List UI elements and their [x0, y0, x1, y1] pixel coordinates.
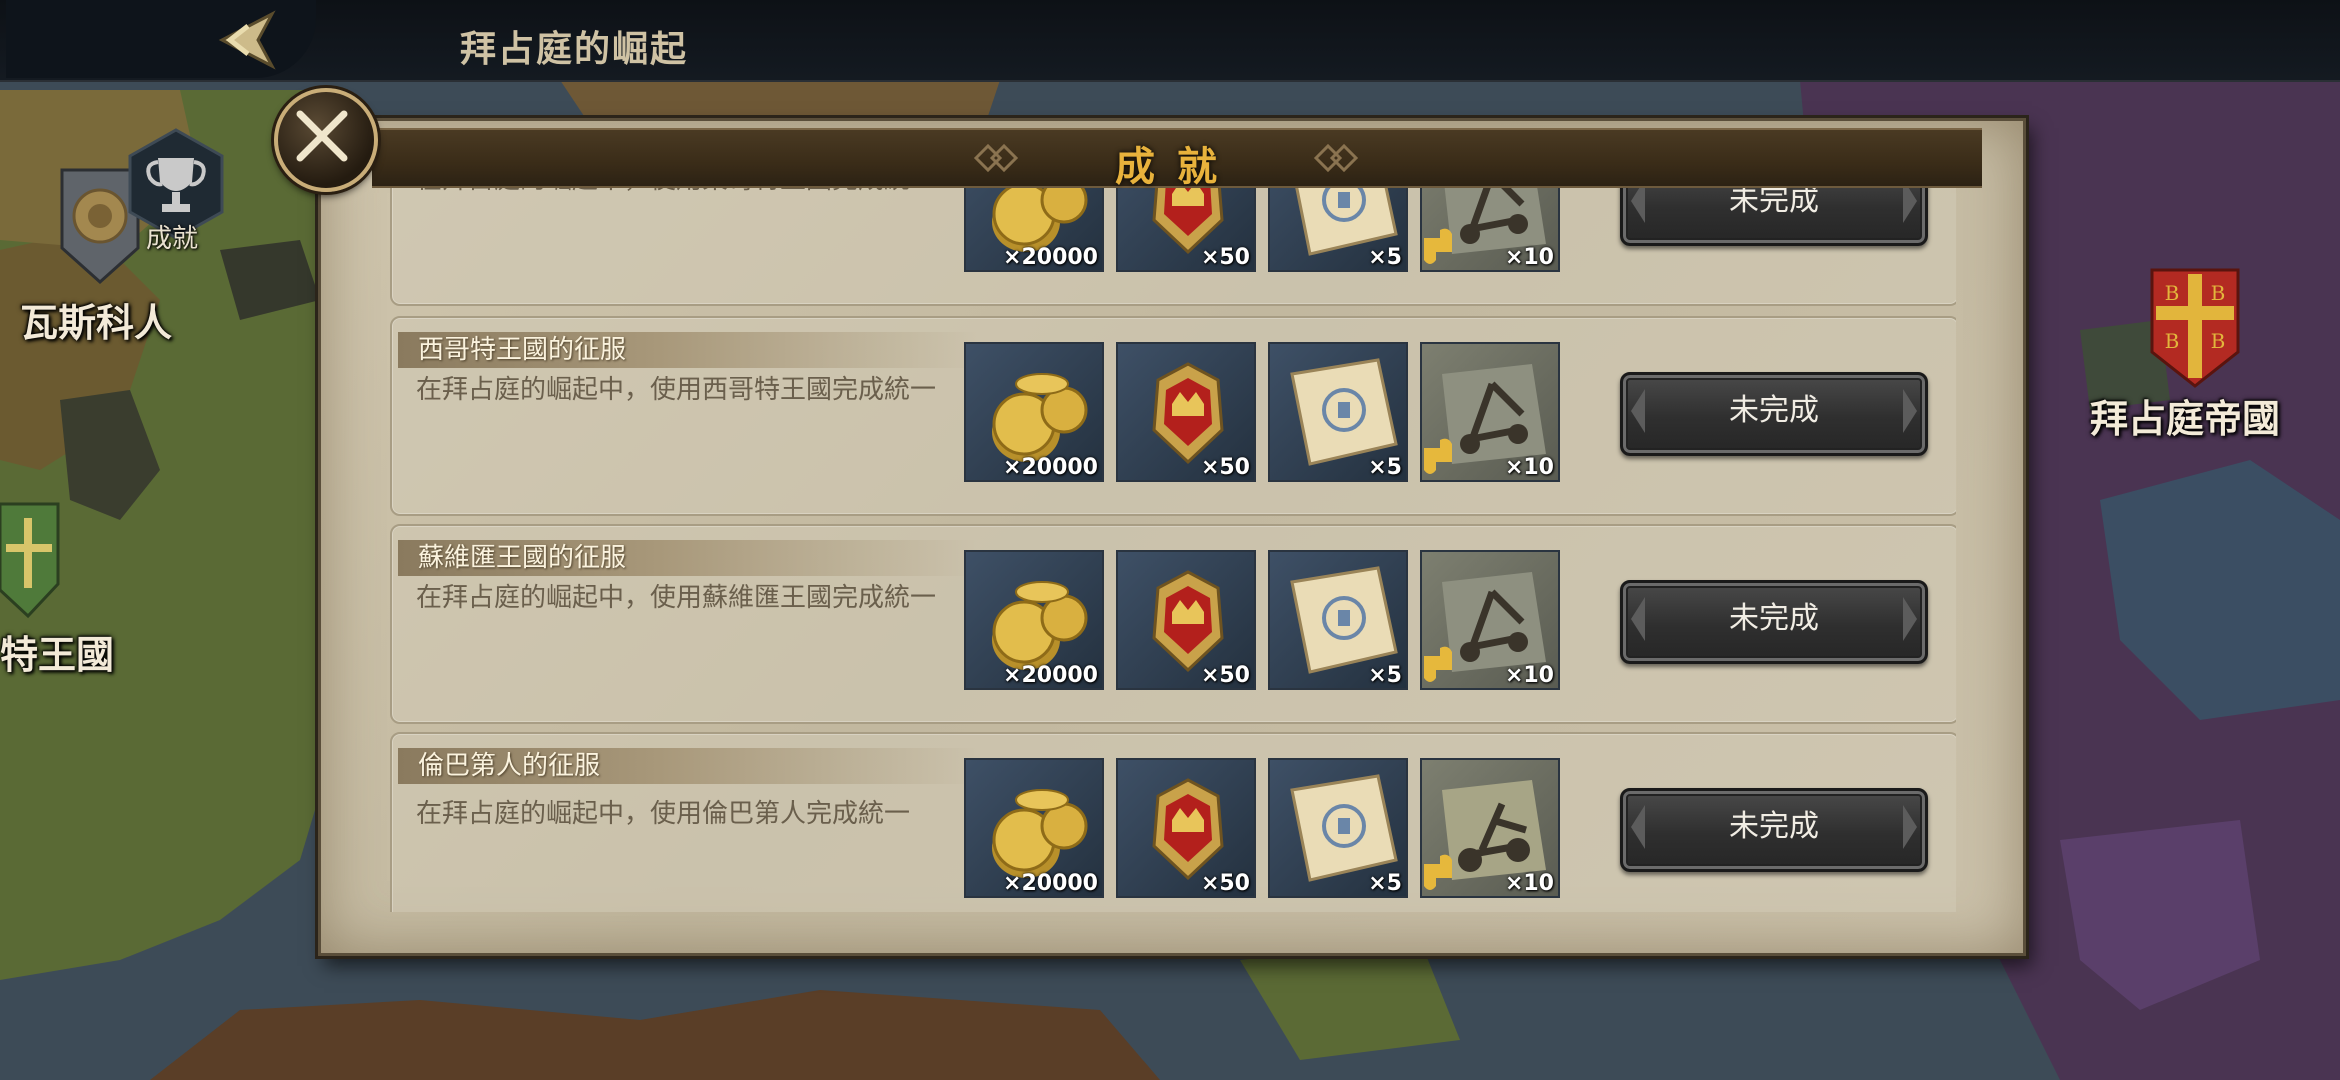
reward-quantity: ×20000 [1003, 663, 1098, 688]
panel-header: 成就 [372, 128, 1982, 190]
reward-quantity: ×10 [1504, 871, 1554, 896]
region-label-vascones: 瓦斯科人 [20, 300, 173, 345]
svg-text:B: B [2211, 329, 2226, 353]
goth-shield-icon[interactable] [0, 500, 60, 620]
status-button[interactable]: 未完成 [1620, 788, 1928, 872]
reward-crest[interactable]: ×50 [1116, 550, 1256, 690]
achievement-description: 在拜占庭的崛起中，使用倫巴第人完成統一 [416, 799, 911, 829]
reward-scroll[interactable]: ×5 [1268, 186, 1408, 272]
reward-quantity: ×5 [1368, 245, 1402, 270]
achievement-title: 蘇維匯王國的征服 [398, 540, 978, 576]
reward-crest[interactable]: ×50 [1116, 758, 1256, 898]
svg-text:B: B [2165, 329, 2180, 353]
reward-quantity: ×10 [1504, 455, 1554, 480]
reward-catapult[interactable]: ×10 [1420, 758, 1560, 898]
reward-quantity: ×50 [1200, 663, 1250, 688]
reward-quantity: ×5 [1368, 871, 1402, 896]
achievement-title: 西哥特王國的征服 [398, 332, 978, 368]
page-title: 拜占庭的崛起 [460, 28, 689, 70]
reward-quantity: ×50 [1200, 455, 1250, 480]
achievement-row: 蘇維匯王國的征服 在拜占庭的崛起中，使用蘇維匯王國完成統一 ×20000 ×50 [390, 524, 1956, 724]
reward-crest[interactable]: ×50 [1116, 186, 1256, 272]
reward-quantity: ×20000 [1003, 871, 1098, 896]
achievements-list[interactable]: 在拜占庭的崛起中，使用東哥特王國完成統一 ×20000 ×50 ×5 [384, 186, 1956, 912]
reward-catapult[interactable]: ×10 [1420, 342, 1560, 482]
reward-catapult[interactable]: ×10 [1420, 550, 1560, 690]
reward-quantity: ×50 [1200, 871, 1250, 896]
reward-gold[interactable]: ×20000 [964, 186, 1104, 272]
reward-crest[interactable]: ×50 [1116, 342, 1256, 482]
reward-gold[interactable]: ×20000 [964, 550, 1104, 690]
reward-scroll[interactable]: ×5 [1268, 342, 1408, 482]
achievements-shortcut-label: 成就 [146, 224, 199, 254]
panel-title: 成就 [1115, 143, 1239, 190]
achievement-title: 倫巴第人的征服 [398, 748, 978, 784]
reward-quantity: ×10 [1504, 663, 1554, 688]
achievement-row: 倫巴第人的征服 在拜占庭的崛起中，使用倫巴第人完成統一 ×20000 ×50 ×… [390, 732, 1956, 912]
status-button[interactable]: 未完成 [1620, 372, 1928, 456]
reward-quantity: ×5 [1368, 455, 1402, 480]
svg-text:B: B [2211, 281, 2226, 305]
back-button[interactable] [6, 0, 316, 78]
back-arrow-icon [218, 10, 276, 70]
reward-quantity: ×5 [1368, 663, 1402, 688]
svg-text:B: B [2165, 281, 2180, 305]
top-bar: 拜占庭的崛起 [0, 0, 2340, 82]
reward-quantity: ×20000 [1003, 455, 1098, 480]
reward-gold[interactable]: ×20000 [964, 342, 1104, 482]
achievement-row: 西哥特王國的征服 在拜占庭的崛起中，使用西哥特王國完成統一 ×20000 ×50 [390, 316, 1956, 516]
region-label-byzantine: 拜占庭帝國 [2090, 396, 2281, 441]
ornament-icon [1313, 143, 1359, 173]
reward-quantity: ×50 [1200, 245, 1250, 270]
status-button[interactable]: 未完成 [1620, 186, 1928, 246]
close-icon [296, 110, 348, 162]
reward-catapult[interactable]: ×10 [1420, 186, 1560, 272]
region-label-goths: 特王國 [0, 632, 115, 677]
status-button[interactable]: 未完成 [1620, 580, 1928, 664]
reward-scroll[interactable]: ×5 [1268, 550, 1408, 690]
reward-quantity: ×10 [1504, 245, 1554, 270]
achievement-description: 在拜占庭的崛起中，使用蘇維匯王國完成統一 [416, 583, 937, 613]
achievement-description: 在拜占庭的崛起中，使用西哥特王國完成統一 [416, 375, 937, 405]
reward-scroll[interactable]: ×5 [1268, 758, 1408, 898]
achievement-row: 在拜占庭的崛起中，使用東哥特王國完成統一 ×20000 ×50 ×5 [390, 186, 1956, 306]
reward-gold[interactable]: ×20000 [964, 758, 1104, 898]
byzantine-shield-icon[interactable]: B B B B [2150, 268, 2240, 388]
close-button[interactable] [274, 88, 378, 192]
reward-quantity: ×20000 [1003, 245, 1098, 270]
